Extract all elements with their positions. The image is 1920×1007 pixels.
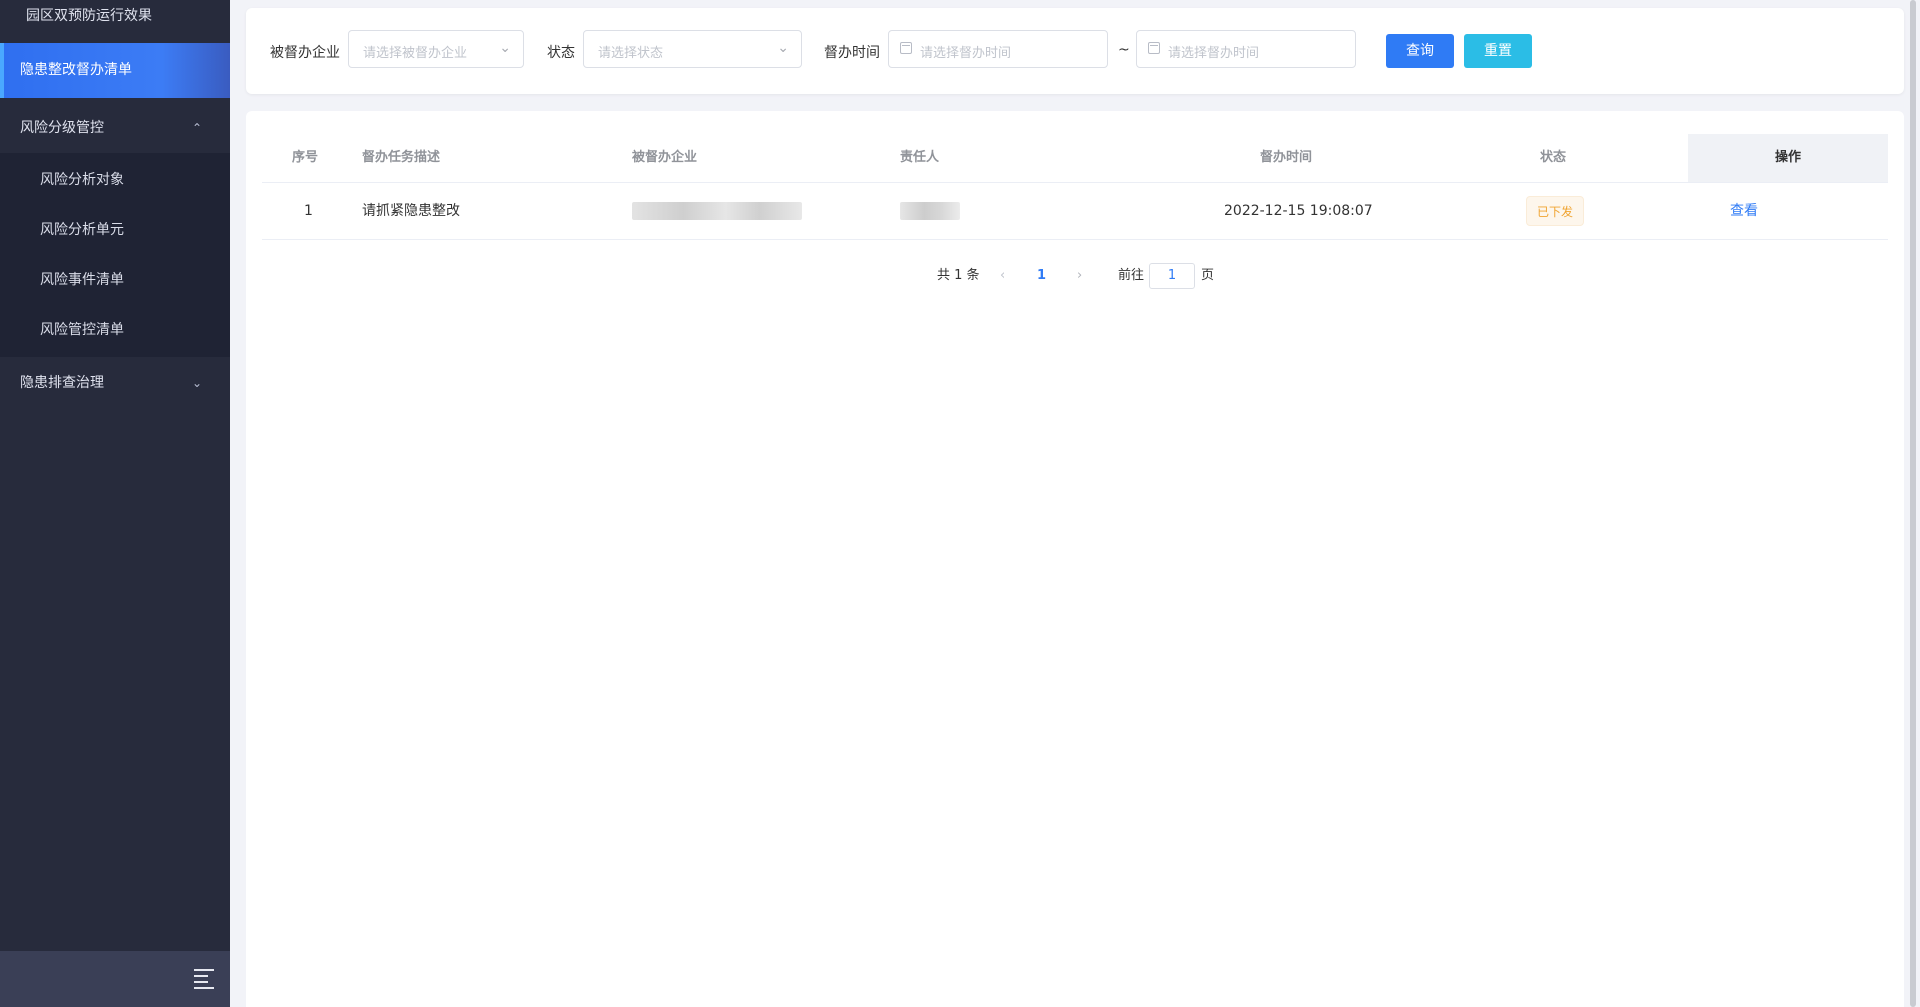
column-header-description: 督办任务描述: [362, 150, 441, 165]
column-header-time: 督办时间: [1260, 150, 1313, 165]
start-date-placeholder: 请选择督办时间: [920, 46, 1012, 61]
sidebar-footer: [0, 951, 230, 1007]
sidebar: 园区双预防运行效果 隐患整改督办清单 风险分级管控 ⌃ 风险分析对象 风险分析单…: [0, 0, 230, 1007]
sidebar-group-risk-control[interactable]: 风险分级管控 ⌃: [0, 103, 230, 153]
pagination-goto-label: 前往: [1118, 268, 1145, 283]
calendar-icon: [1148, 42, 1160, 54]
sidebar-item-hazard-supervision-list[interactable]: 隐患整改督办清单: [0, 43, 230, 98]
column-header-owner: 责任人: [900, 150, 940, 165]
reset-button[interactable]: 重置: [1464, 34, 1532, 68]
pagination-page-suffix: 页: [1201, 268, 1215, 283]
chevron-up-icon: ⌃: [191, 121, 202, 135]
sidebar-item-risk-control-list[interactable]: 风险管控清单: [0, 305, 230, 355]
row-index: 1: [304, 203, 313, 219]
sidebar-group-label: 风险分级管控: [20, 120, 104, 136]
sidebar-group-hazard-investigation[interactable]: 隐患排查治理 ⌄: [0, 358, 230, 408]
chevron-down-icon: ⌄: [191, 376, 202, 390]
sidebar-item-risk-event[interactable]: 风险事件清单: [0, 255, 230, 305]
company-filter-label: 被督办企业: [270, 45, 340, 61]
chevron-left-icon[interactable]: ‹: [1000, 261, 1005, 291]
vertical-scrollbar[interactable]: [1910, 0, 1916, 1007]
row-owner-redacted: [900, 202, 960, 220]
company-select[interactable]: 请选择被督办企业 ⌄: [348, 30, 524, 68]
end-date-input[interactable]: 请选择督办时间: [1136, 30, 1356, 68]
column-header-index: 序号: [292, 150, 319, 165]
row-company-redacted: [632, 202, 802, 220]
query-button[interactable]: 查询: [1386, 34, 1454, 68]
row-time: 2022-12-15 19:08:07: [1224, 203, 1373, 219]
sidebar-group-label: 隐患排查治理: [20, 375, 104, 391]
end-date-placeholder: 请选择督办时间: [1168, 46, 1260, 61]
column-header-company: 被督办企业: [632, 150, 698, 165]
pagination-page-1[interactable]: 1: [1037, 261, 1046, 291]
status-filter-label: 状态: [547, 45, 575, 61]
sidebar-item-risk-unit[interactable]: 风险分析单元: [0, 205, 230, 255]
column-header-status: 状态: [1540, 150, 1567, 165]
table-header: 序号 督办任务描述 被督办企业 责任人 督办时间 状态 操作: [262, 134, 1888, 183]
chevron-down-icon: ⌄: [777, 40, 789, 56]
date-range-separator: ~: [1118, 42, 1130, 58]
sidebar-item-risk-object[interactable]: 风险分析对象: [0, 155, 230, 205]
sidebar-submenu: 风险分析对象 风险分析单元 风险事件清单 风险管控清单: [0, 153, 230, 357]
chevron-down-icon: ⌄: [499, 40, 511, 56]
filter-panel: 被督办企业 请选择被督办企业 ⌄ 状态 请选择状态 ⌄ 督办时间 请选择督办时间…: [246, 8, 1904, 94]
time-filter-label: 督办时间: [824, 45, 880, 61]
status-select-placeholder: 请选择状态: [598, 46, 664, 61]
pagination-goto-input[interactable]: 1: [1149, 263, 1195, 289]
pagination-total: 共 1 条: [937, 268, 980, 283]
calendar-icon: [900, 42, 912, 54]
menu-fold-icon[interactable]: [194, 969, 214, 989]
sidebar-item-park-effect[interactable]: 园区双预防运行效果: [0, 0, 230, 32]
chevron-right-icon[interactable]: ›: [1077, 261, 1082, 291]
status-select[interactable]: 请选择状态 ⌄: [583, 30, 802, 68]
row-description: 请抓紧隐患整改: [362, 203, 460, 219]
view-link[interactable]: 查看: [1730, 183, 1758, 239]
company-select-placeholder: 请选择被督办企业: [363, 46, 468, 61]
start-date-input[interactable]: 请选择督办时间: [888, 30, 1108, 68]
table-panel: 序号 督办任务描述 被督办企业 责任人 督办时间 状态 操作 1 请抓紧隐患整改…: [246, 111, 1904, 1007]
status-badge: 已下发: [1526, 196, 1584, 226]
scrollbar-thumb[interactable]: [1910, 0, 1916, 1007]
table-row: 1 请抓紧隐患整改 2022-12-15 19:08:07 已下发 查看: [262, 183, 1888, 240]
pagination: 共 1 条 ‹ 1 › 前往 1 页: [246, 261, 1904, 291]
column-header-action: 操作: [1688, 134, 1888, 182]
